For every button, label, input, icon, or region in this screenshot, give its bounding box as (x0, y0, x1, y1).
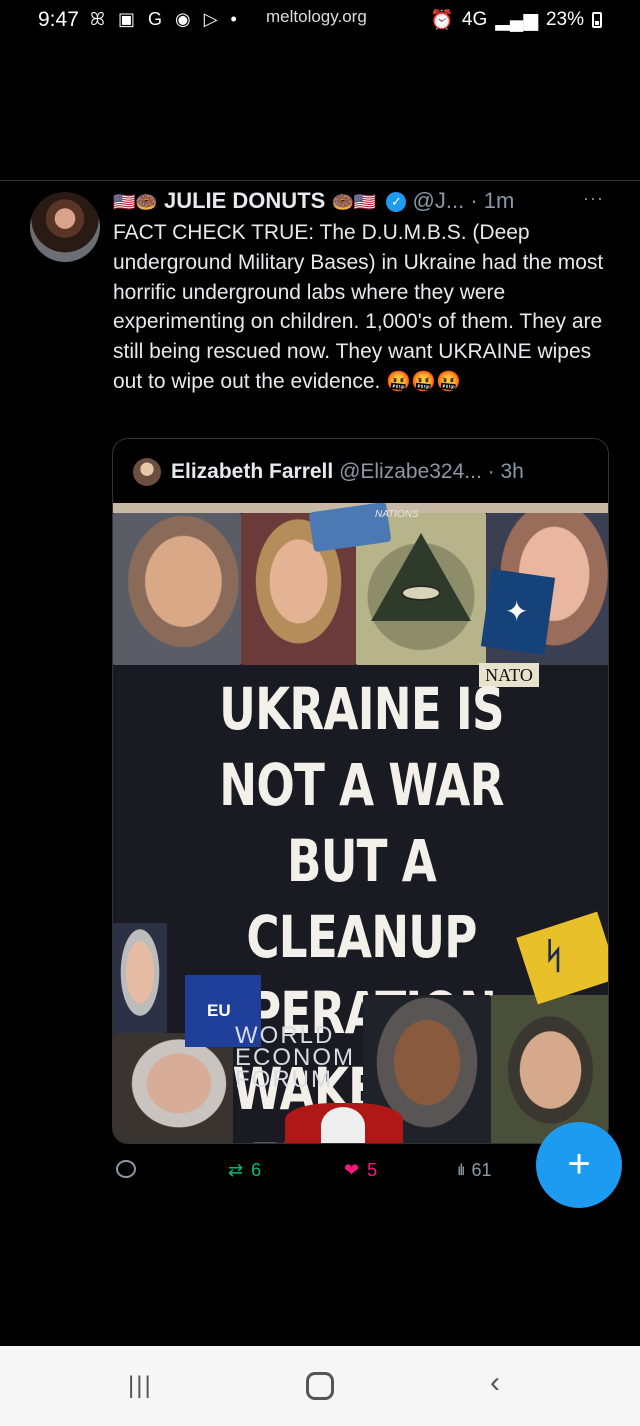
notification-icons: ꕤ ▣ G ◉ ▷ • (90, 9, 241, 29)
quote-header: Elizabeth Farrell @Elizabe324... · 3h (171, 460, 524, 484)
author-avatar[interactable] (30, 192, 100, 262)
top-divider (0, 180, 640, 181)
author-name[interactable]: JULIE DONUTS (164, 188, 325, 213)
portrait-photo-1 (113, 513, 241, 665)
flag-circle-icon (321, 1107, 365, 1143)
portrait-photo-4 (113, 923, 167, 1033)
angry-emoji-group: 🤬🤬🤬 (386, 370, 461, 393)
views-button[interactable]: ılı 61 (457, 1160, 491, 1181)
back-button[interactable]: ‹ (490, 1366, 500, 1400)
retweet-count: 6 (251, 1160, 262, 1180)
verified-icon: ✓ (386, 192, 407, 212)
compose-fab-button[interactable]: + (536, 1122, 622, 1208)
retweet-icon: ⇄ (228, 1160, 244, 1180)
eu-label: EU (207, 1001, 231, 1020)
views-icon: ılı (457, 1161, 466, 1179)
quote-author-name: Elizabeth Farrell (171, 460, 334, 483)
battery-icon (592, 12, 602, 28)
like-button[interactable]: ❤ 5 (344, 1160, 377, 1181)
portrait-photo-5 (113, 1033, 233, 1143)
home-button[interactable] (306, 1372, 334, 1400)
reply-button[interactable] (116, 1160, 136, 1178)
un-text: NATIONS (375, 509, 419, 520)
signal-icon: ▂▄▆ (495, 9, 538, 31)
reply-icon (116, 1160, 136, 1178)
tweet-text: FACT CHECK TRUE: The D.U.M.B.S. (Deep un… (113, 218, 613, 398)
flag-donut-emoji-left: 🇺🇸🍩 (113, 192, 158, 212)
eye-icon (401, 585, 441, 601)
like-count: 5 (367, 1160, 378, 1180)
status-bar: 9:47 ꕤ ▣ G ◉ ▷ • meltology.org ⏰ 4G ▂▄▆ … (0, 0, 640, 40)
retweet-button[interactable]: ⇄ 6 (228, 1160, 261, 1181)
nato-star-icon: ✦ (505, 596, 529, 627)
portrait-photo-7 (491, 995, 608, 1143)
recents-button[interactable]: ||| (128, 1372, 153, 1400)
quote-author-handle: @Elizabe324... (339, 460, 482, 483)
quote-author-avatar (133, 458, 161, 486)
status-url: meltology.org (266, 7, 367, 26)
wolfsangel-icon: ᛋ (543, 935, 565, 976)
heart-icon: ❤ (344, 1160, 360, 1180)
network-label: 4G (461, 9, 488, 30)
author-handle[interactable]: @J... (413, 188, 465, 213)
quoted-tweet-card[interactable]: Elizabeth Farrell @Elizabe324... · 3h NA… (112, 438, 609, 1144)
tweet-body: FACT CHECK TRUE: The D.U.M.B.S. (Deep un… (113, 221, 604, 393)
pyramid-icon (371, 533, 471, 621)
alarm-icon: ⏰ (430, 10, 454, 31)
android-nav-bar: ||| ‹ (0, 1346, 640, 1426)
more-options-icon[interactable]: ··· (583, 188, 604, 209)
status-right: ⏰ 4G ▂▄▆ 23% (430, 8, 602, 32)
tweet-time[interactable]: · 1m (470, 188, 514, 213)
wef-label: WORLD ECONOM FORUM (235, 1022, 355, 1093)
flag-donut-emoji-right: 🍩🇺🇸 (331, 192, 377, 212)
view-count: 61 (471, 1160, 492, 1180)
tweet-header: 🇺🇸🍩 JULIE DONUTS 🍩🇺🇸 ✓ @J... · 1m (113, 188, 613, 218)
tweet-action-bar: ⇄ 6 ❤ 5 ılı 61 (112, 1150, 532, 1190)
quote-time: · 3h (487, 460, 524, 483)
meme-image[interactable]: NATIONS ✦ NATO UKRAINE IS NOT A WAR BUT … (113, 503, 608, 1143)
battery-label: 23% (545, 9, 584, 30)
status-time: 9:47 (38, 8, 79, 31)
